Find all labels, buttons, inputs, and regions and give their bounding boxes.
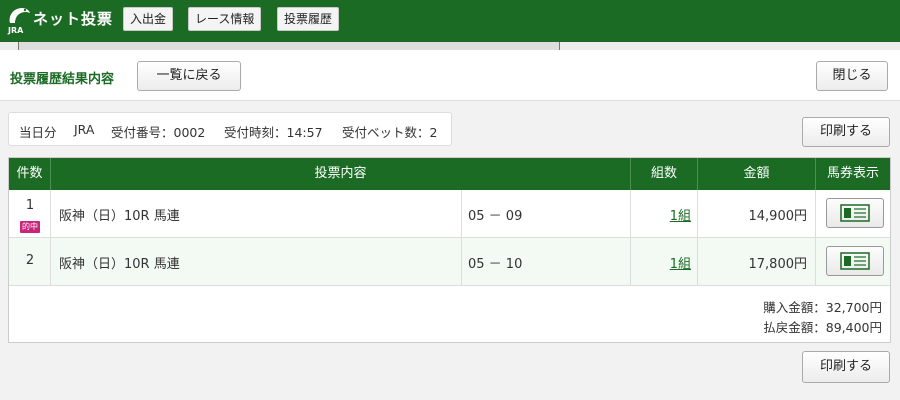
panel-header: 投票履歴結果内容 一覧に戻る 閉じる [0, 50, 900, 101]
ticket-view-button[interactable] [826, 246, 884, 276]
ticket-icon [840, 252, 870, 270]
kumi-link[interactable]: 1組 [670, 253, 691, 272]
result-panel: 投票履歴結果内容 一覧に戻る 閉じる 当日分 JRA 受付番号：0002 受付時… [0, 50, 900, 400]
back-to-list-button[interactable]: 一覧に戻る [137, 61, 241, 91]
table-header: 件数 投票内容 組数 金額 馬券表示 [9, 158, 890, 190]
table-row: 2 阪神（日）10R 馬連 05 － 10 1組 17,800円 [9, 238, 890, 286]
logo-sub: JRA [8, 26, 24, 35]
info-org: JRA [74, 122, 95, 137]
jra-logo[interactable]: ネット投票 JRA [6, 5, 121, 39]
hit-badge: 的中 [20, 221, 40, 233]
col-ticket: 馬券表示 [826, 166, 879, 181]
amount: 14,900円 [748, 209, 808, 224]
info-receipt-no: 受付番号：0002 [111, 125, 206, 140]
combination: 05 － 10 [468, 257, 523, 272]
receipt-info: 当日分 JRA 受付番号：0002 受付時刻：14:57 受付ベット数：2 [8, 112, 452, 146]
ticket-icon [840, 204, 870, 222]
top-bar: ネット投票 JRA 入出金 レース情報 投票履歴 [0, 0, 900, 42]
col-content: 投票内容 [51, 158, 631, 190]
nav-race-info-button[interactable]: レース情報 [188, 7, 262, 31]
info-receipt-time: 受付時刻：14:57 [224, 125, 323, 140]
col-count: 件数 [9, 158, 51, 190]
col-amount: 金額 [698, 158, 816, 190]
print-button-top[interactable]: 印刷する [802, 117, 890, 147]
row-number: 1 [25, 198, 35, 213]
nav-deposit-button[interactable]: 入出金 [123, 7, 174, 31]
print-button-bottom[interactable]: 印刷する [802, 351, 890, 383]
col-kumi: 組数 [631, 158, 698, 190]
nav-vote-history-button[interactable]: 投票履歴 [277, 7, 340, 31]
race-label: 阪神（日）10R 馬連 [59, 209, 180, 224]
info-day: 当日分 [19, 125, 57, 140]
kumi-link[interactable]: 1組 [670, 205, 691, 224]
payout-total: 払戻金額：89,400円 [763, 320, 882, 335]
row-number: 2 [25, 253, 35, 268]
logo-text: ネット投票 [33, 10, 114, 28]
race-label: 阪神（日）10R 馬連 [59, 257, 180, 272]
page-title: 投票履歴結果内容 [10, 72, 115, 87]
amount: 17,800円 [748, 257, 808, 272]
purchase-total: 購入金額：32,700円 [763, 300, 882, 315]
combination: 05 － 09 [468, 209, 523, 224]
info-bet-count: 受付ベット数：2 [342, 125, 438, 140]
ticket-view-button[interactable] [826, 198, 884, 228]
horse-logo-icon [9, 8, 31, 23]
close-button[interactable]: 閉じる [816, 61, 888, 91]
table-row: 1 的中 阪神（日）10R 馬連 05 － 09 1組 14,900円 [9, 190, 890, 238]
bet-table: 件数 投票内容 組数 金額 馬券表示 1 的中 阪神（日）10R 馬連 05 －… [8, 157, 891, 343]
